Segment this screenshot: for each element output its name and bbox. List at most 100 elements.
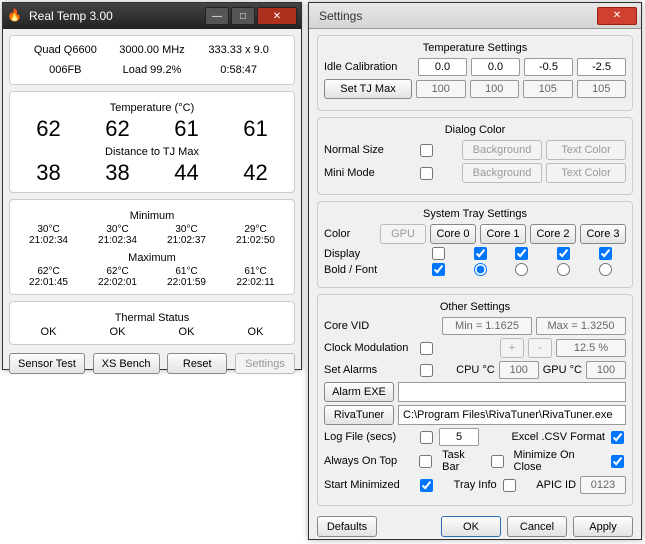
normal-size-checkbox[interactable] [420,144,433,157]
idle-calibration-label: Idle Calibration [324,61,414,73]
bold-font-checkbox[interactable] [432,263,445,276]
core2-color-button[interactable]: Core 2 [530,224,576,244]
cancel-button[interactable]: Cancel [507,516,567,537]
min-t2: 30°C [152,224,221,235]
dist-core2: 44 [152,160,221,186]
clock-plus-button[interactable]: + [500,338,524,358]
idle-cal-2[interactable]: -0.5 [524,58,573,76]
idle-cal-3[interactable]: -2.5 [577,58,626,76]
start-minimized-checkbox[interactable] [420,479,433,492]
status2: OK [152,326,221,338]
status1: OK [83,326,152,338]
core1-color-button[interactable]: Core 1 [480,224,526,244]
max-time2: 22:01:59 [152,277,221,288]
cpu-multiplier: 333.33 x 9.0 [195,44,282,56]
main-window: 🔥 Real Temp 3.00 — □ ✕ Quad Q6600 3000.0… [2,2,302,370]
other-settings-heading: Other Settings [324,301,626,313]
min-time1: 21:02:34 [83,235,152,246]
tjmax-0: 100 [416,80,466,98]
reset-button[interactable]: Reset [167,353,227,374]
cpu-alarm-value[interactable]: 100 [499,361,539,379]
tray-info-checkbox[interactable] [503,479,516,492]
bold-core3-radio[interactable] [599,263,612,276]
core0-color-button[interactable]: Core 0 [430,224,476,244]
normal-text-button[interactable]: Text Color [546,140,626,160]
maximize-button[interactable]: □ [231,7,255,25]
mini-mode-checkbox[interactable] [420,167,433,180]
csv-checkbox[interactable] [611,431,624,444]
set-tjmax-button[interactable]: Set TJ Max [324,79,412,99]
idle-cal-1[interactable]: 0.0 [471,58,520,76]
max-time1: 22:02:01 [83,277,152,288]
max-time0: 22:01:45 [14,277,83,288]
always-on-top-checkbox[interactable] [419,455,432,468]
max-t3: 61°C [221,266,290,277]
bold-font-label: Bold / Font [324,264,414,276]
clock-minus-button[interactable]: - [528,338,552,358]
max-t1: 62°C [83,266,152,277]
rivatuner-button[interactable]: RivaTuner [324,405,394,425]
minimize-button[interactable]: — [205,7,229,25]
csv-label: Excel .CSV Format [511,431,605,443]
sensor-test-button[interactable]: Sensor Test [9,353,85,374]
cpu-model: Quad Q6600 [22,44,109,56]
tjmax-2: 105 [523,80,573,98]
display-core1-checkbox[interactable] [515,247,528,260]
temp-core1: 62 [83,116,152,142]
gpu-alarm-value[interactable]: 100 [586,361,626,379]
display-label: Display [324,248,414,260]
rivatuner-path[interactable]: C:\Program Files\RivaTuner\RivaTuner.exe [398,405,626,425]
gpu-color-button[interactable]: GPU [380,224,426,244]
mini-text-button[interactable]: Text Color [546,163,626,183]
clock-mod-label: Clock Modulation [324,342,414,354]
clock-mod-checkbox[interactable] [420,342,433,355]
display-gpu-checkbox[interactable] [432,247,445,260]
log-file-checkbox[interactable] [420,431,433,444]
display-core3-checkbox[interactable] [599,247,612,260]
mini-bg-button[interactable]: Background [462,163,542,183]
temp-core3: 61 [221,116,290,142]
normal-size-label: Normal Size [324,144,414,156]
apic-id-value: 0123 [580,476,626,494]
clock-pct: 12.5 % [556,339,626,357]
min-time0: 21:02:34 [14,235,83,246]
mini-mode-label: Mini Mode [324,167,414,179]
distance-heading: Distance to TJ Max [14,146,290,158]
idle-cal-0[interactable]: 0.0 [418,58,467,76]
taskbar-checkbox[interactable] [491,455,504,468]
temperature-settings-heading: Temperature Settings [324,42,626,54]
display-core2-checkbox[interactable] [557,247,570,260]
minimum-heading: Minimum [14,210,290,222]
bold-core0-radio[interactable] [474,263,487,276]
defaults-button[interactable]: Defaults [317,516,377,537]
temperature-heading: Temperature (°C) [14,102,290,114]
bold-core2-radio[interactable] [557,263,570,276]
normal-bg-button[interactable]: Background [462,140,542,160]
alarm-exe-path[interactable] [398,382,626,402]
xs-bench-button[interactable]: XS Bench [93,353,160,374]
min-time3: 21:02:50 [221,235,290,246]
uptime: 0:58:47 [195,64,282,76]
dist-core0: 38 [14,160,83,186]
temp-core0: 62 [14,116,83,142]
set-alarms-checkbox[interactable] [420,364,433,377]
apic-id-label: APIC ID [536,479,576,491]
alarm-exe-button[interactable]: Alarm EXE [324,382,394,402]
settings-close-button[interactable]: ✕ [597,7,637,25]
cpu-c-label: CPU °C [456,364,495,376]
system-tray-group: System Tray Settings Color GPU Core 0 Co… [317,201,633,288]
log-secs-value[interactable]: 5 [439,428,479,446]
close-button[interactable]: ✕ [257,7,297,25]
min-on-close-checkbox[interactable] [611,455,624,468]
minmax-panel: Minimum 30°C 30°C 30°C 29°C 21:02:34 21:… [9,199,295,295]
settings-button[interactable]: Settings [235,353,295,374]
maximum-heading: Maximum [14,252,290,264]
min-t0: 30°C [14,224,83,235]
gpu-c-label: GPU °C [543,364,582,376]
status0: OK [14,326,83,338]
display-core0-checkbox[interactable] [474,247,487,260]
apply-button[interactable]: Apply [573,516,633,537]
core3-color-button[interactable]: Core 3 [580,224,626,244]
bold-core1-radio[interactable] [515,263,528,276]
ok-button[interactable]: OK [441,516,501,537]
